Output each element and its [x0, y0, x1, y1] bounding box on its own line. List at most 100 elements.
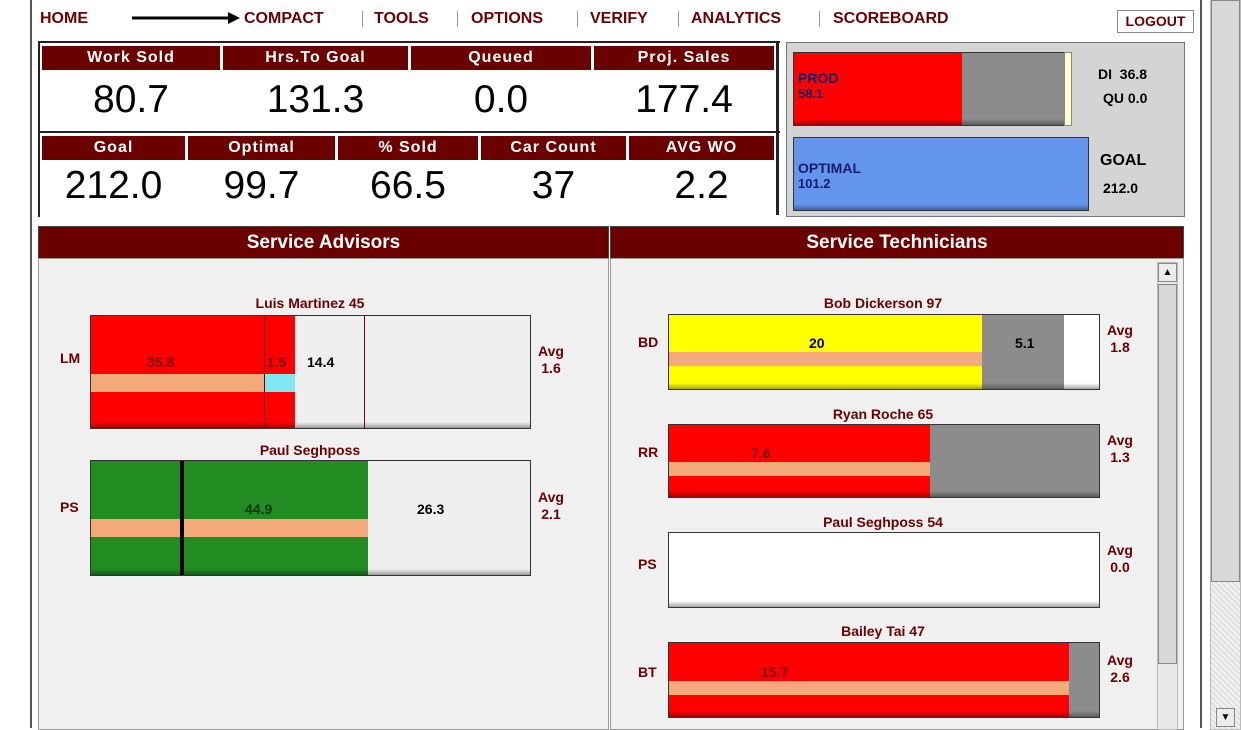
- bar-shadow: [669, 711, 1099, 717]
- technician-avg: Avg 1.3: [1103, 432, 1137, 466]
- stat-label-avg-wo: AVG WO: [629, 136, 774, 160]
- bar-segment-queued: [1069, 643, 1099, 717]
- stat-value-goal: 212.0: [64, 164, 163, 207]
- avg-label: Avg: [538, 489, 564, 505]
- stat-label-hrs-to-goal: Hrs.To Goal: [223, 46, 408, 70]
- avg-value: 1.3: [1110, 449, 1130, 465]
- right-border: [1200, 0, 1202, 728]
- bar-value: 7.6: [751, 445, 771, 461]
- bar-stripe: [91, 374, 265, 392]
- nav-verify[interactable]: VERIFY: [590, 10, 648, 28]
- stat-label-proj-sales: Proj. Sales: [594, 46, 774, 70]
- advisor-name: Paul Seghposs: [259, 442, 361, 458]
- bar-segment-sold: [669, 643, 1069, 717]
- bar-marker: [364, 316, 365, 428]
- bar-value: 20: [809, 335, 825, 351]
- avg-label: Avg: [1107, 432, 1133, 448]
- nav-compact[interactable]: COMPACT: [244, 10, 324, 28]
- advisor-bar: 44.9 26.3: [90, 460, 531, 576]
- qu-value: QU 0.0: [1103, 90, 1148, 106]
- bar-shadow: [794, 204, 1088, 210]
- technician-initials: PS: [638, 556, 657, 572]
- advisor-name: Luis Martinez 45: [255, 295, 365, 311]
- technician-name: Bob Dickerson 97: [823, 295, 943, 311]
- logout-button[interactable]: LOGOUT: [1117, 10, 1194, 33]
- advisor-bar: 35.8 1.5 14.4: [90, 315, 531, 429]
- bar-segment-queued: [982, 315, 1064, 389]
- stat-label-car-count: Car Count: [481, 136, 626, 160]
- stat-value-work-sold: 80.7: [93, 78, 169, 121]
- bar-stripe: [669, 681, 1069, 695]
- stat-label-goal: Goal: [42, 136, 185, 160]
- technician-bar: 7.6: [668, 424, 1100, 498]
- avg-label: Avg: [1107, 652, 1133, 668]
- prod-bar: [793, 52, 1065, 126]
- bar-shadow: [669, 601, 1099, 607]
- avg-label: Avg: [538, 343, 564, 359]
- technician-avg: Avg 0.0: [1103, 542, 1137, 576]
- scroll-up-icon[interactable]: ▲: [1158, 263, 1177, 282]
- bar-value: 15.7: [761, 664, 789, 680]
- bar-value: 44.9: [245, 501, 273, 517]
- technician-initials: BT: [638, 664, 657, 680]
- technician-initials: BD: [638, 334, 659, 350]
- avg-label: Avg: [1107, 322, 1133, 338]
- nav-separator: [819, 11, 820, 27]
- stat-label-pct-sold: % Sold: [338, 136, 478, 160]
- advisor-initials: LM: [60, 350, 81, 366]
- technician-bar: [668, 532, 1100, 608]
- nav-separator: [457, 11, 458, 27]
- stat-value-pct-sold: 66.5: [370, 164, 446, 207]
- scroll-down-icon[interactable]: ▼: [1216, 708, 1235, 727]
- bar-shadow: [794, 119, 1064, 125]
- bar-value: 35.8: [147, 354, 175, 370]
- avg-label: Avg: [1107, 542, 1133, 558]
- bar-value: 5.1: [1015, 335, 1035, 351]
- bar-stripe: [669, 352, 982, 366]
- bar-segment-sold: [669, 425, 930, 497]
- di-value: DI 36.8: [1098, 66, 1148, 82]
- bar-segment-queued: [930, 425, 1099, 497]
- bar-segment-sold: [91, 461, 368, 575]
- bar-value: 26.3: [417, 501, 445, 517]
- nav-home[interactable]: HOME: [40, 10, 88, 28]
- avg-value: 2.1: [541, 506, 561, 522]
- avg-value: 0.0: [1110, 559, 1130, 575]
- nav-tools[interactable]: TOOLS: [374, 10, 429, 28]
- stat-value-queued: 0.0: [473, 78, 529, 121]
- bar-marker: [264, 316, 265, 428]
- bar-shadow: [91, 569, 530, 575]
- bar-shadow: [669, 383, 1099, 389]
- stat-value-avg-wo: 2.2: [674, 164, 729, 207]
- bar-stripe: [669, 462, 930, 476]
- technician-avg: Avg 1.8: [1103, 322, 1137, 356]
- prod-label: PROD: [798, 70, 839, 86]
- nav-options[interactable]: OPTIONS: [471, 10, 543, 28]
- advisor-avg: Avg 2.1: [534, 489, 568, 523]
- advisor-initials: PS: [60, 499, 79, 515]
- service-technicians-header: Service Technicians: [610, 226, 1184, 259]
- stat-value-proj-sales: 177.4: [635, 78, 733, 121]
- technician-name: Ryan Roche 65: [832, 406, 934, 422]
- left-border: [30, 0, 32, 728]
- technicians-scrollbar-thumb[interactable]: [1158, 284, 1177, 664]
- page-scrollbar-thumb[interactable]: [1211, 0, 1240, 582]
- stats-divider: [776, 41, 779, 215]
- bar-shadow: [91, 422, 530, 428]
- stat-value-car-count: 37: [531, 164, 576, 207]
- bar-value: 1.5: [267, 354, 287, 370]
- stat-label-work-sold: Work Sold: [42, 46, 220, 70]
- technician-bar: 15.7: [668, 642, 1100, 718]
- stat-label-optimal: Optimal: [188, 136, 335, 160]
- nav-scoreboard[interactable]: SCOREBOARD: [833, 10, 949, 28]
- di-indicator: [1064, 52, 1072, 126]
- stat-value-hrs-to-goal: 131.3: [266, 78, 365, 121]
- arrow-right-icon: [132, 12, 240, 24]
- nav-separator: [362, 11, 363, 27]
- stat-value-optimal: 99.7: [223, 164, 300, 207]
- advisor-avg: Avg 1.6: [534, 343, 568, 377]
- optimal-label: OPTIMAL: [798, 160, 861, 176]
- bar-marker: [180, 461, 184, 575]
- nav-analytics[interactable]: ANALYTICS: [691, 10, 781, 28]
- nav-separator: [577, 11, 578, 27]
